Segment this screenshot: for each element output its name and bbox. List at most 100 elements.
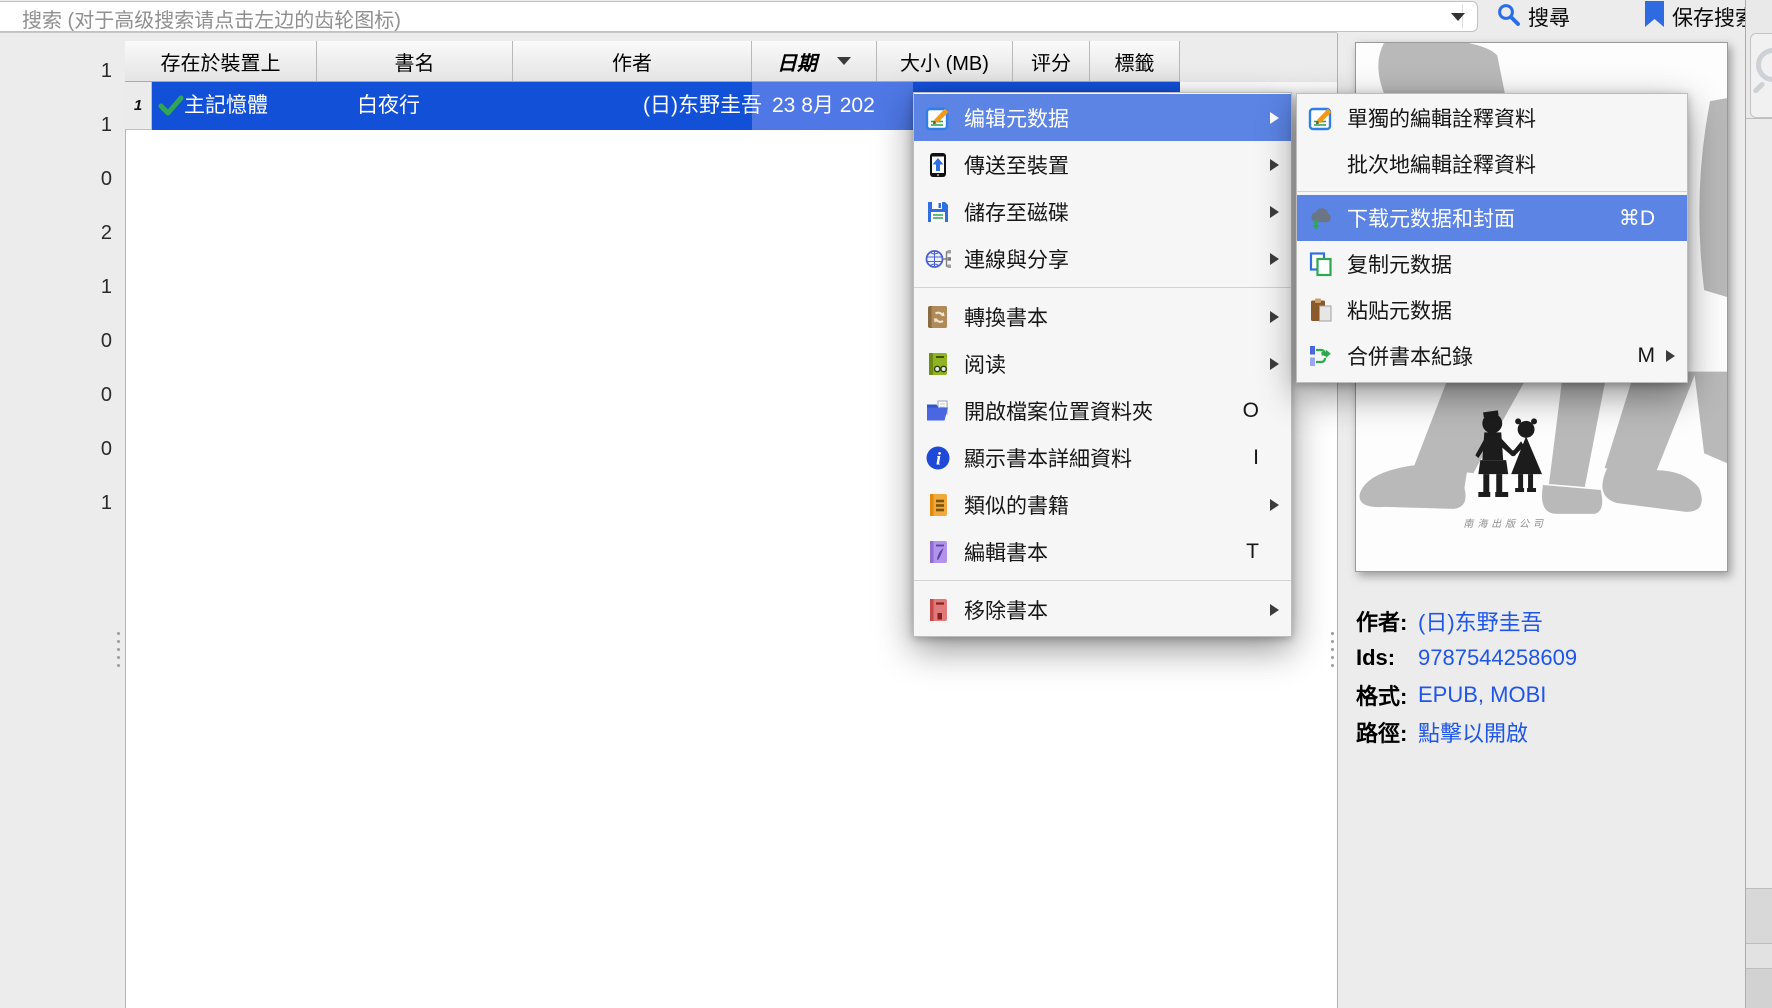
search-dropdown-icon[interactable] xyxy=(1451,13,1465,21)
connect-share-icon xyxy=(924,245,951,272)
column-header-on-device[interactable]: 存在於裝置上 xyxy=(125,41,317,82)
left-splitter-handle[interactable] xyxy=(117,632,121,667)
menu-item-edit-metadata-individually[interactable]: 單獨的編輯詮釋資料 xyxy=(1297,95,1687,141)
tag-count: 0 xyxy=(0,435,112,463)
tag-count: 0 xyxy=(0,327,112,355)
tag-count: 0 xyxy=(0,381,112,409)
path-link[interactable]: 點擊以開啟 xyxy=(1418,716,1528,748)
column-header-author[interactable]: 作者 xyxy=(513,41,752,82)
author-link[interactable]: (日)东野圭吾 xyxy=(1418,605,1543,637)
submenu-arrow-icon xyxy=(1267,252,1281,266)
save-search-button[interactable]: 保存搜索 xyxy=(1644,0,1756,33)
cell-title: 白夜行 xyxy=(357,82,420,130)
save-to-disk-icon xyxy=(924,198,951,225)
menu-item-read[interactable]: 阅读 xyxy=(914,340,1291,387)
header-filler xyxy=(1180,41,1337,82)
column-header-size[interactable]: 大小 (MB) xyxy=(877,41,1013,82)
tag-count: 1 xyxy=(0,489,112,517)
menu-item-send-to-device[interactable]: 傳送至裝置 xyxy=(914,141,1291,188)
send-to-device-icon xyxy=(924,151,951,178)
edit-metadata-icon xyxy=(1307,105,1334,132)
save-search-label: 保存搜索 xyxy=(1672,2,1756,32)
no-arrow xyxy=(1267,451,1281,465)
strip-panel xyxy=(1746,889,1772,943)
strip-panel xyxy=(1746,944,1772,968)
menu-item-book-details[interactable]: i 顯示書本詳細資料 I xyxy=(914,434,1291,481)
detail-path-row: 路徑: 點擊以開啟 xyxy=(1356,713,1577,750)
search-placeholder: 搜索 (对于高级搜索请点击左边的齿轮图标) xyxy=(22,4,401,33)
menu-item-shortcut: I xyxy=(1253,446,1259,470)
menu-item-label: 粘贴元数据 xyxy=(1347,295,1655,325)
strip-panel xyxy=(1746,969,1772,1008)
merge-books-icon xyxy=(1307,343,1334,370)
menu-item-convert-books[interactable]: 轉換書本 xyxy=(914,293,1291,340)
cell-on-device: 主記憶體 xyxy=(184,82,268,130)
column-header-rating[interactable]: 评分 xyxy=(1013,41,1090,82)
svg-text:i: i xyxy=(935,448,940,468)
no-arrow xyxy=(1663,303,1677,317)
search-button[interactable]: 搜尋 xyxy=(1496,0,1570,33)
toolbar-divider xyxy=(0,32,1337,33)
submenu-arrow-icon xyxy=(1267,205,1281,219)
menu-item-open-folder[interactable]: 開啟檔案位置資料夾 O xyxy=(914,387,1291,434)
menu-separator xyxy=(914,282,1291,293)
menu-item-label: 编辑元数据 xyxy=(964,103,1259,133)
search-button-label: 搜尋 xyxy=(1528,2,1570,32)
magnifier-watermark-icon xyxy=(1756,48,1772,82)
column-header-tags[interactable]: 標籤 xyxy=(1090,41,1180,82)
submenu-arrow-icon xyxy=(1267,158,1281,172)
menu-item-connect-share[interactable]: 連線與分享 xyxy=(914,235,1291,282)
formats-links[interactable]: EPUB, MOBI xyxy=(1418,682,1546,708)
path-label: 路徑: xyxy=(1356,716,1414,748)
no-icon xyxy=(1307,151,1334,178)
no-arrow xyxy=(1267,545,1281,559)
menu-item-edit-book[interactable]: 編輯書本 T xyxy=(914,528,1291,575)
menu-item-label: 下载元数据和封面 xyxy=(1347,203,1619,233)
menu-item-label: 編輯書本 xyxy=(964,537,1246,567)
similar-books-icon xyxy=(924,491,951,518)
menu-item-download-metadata[interactable]: 下载元数据和封面 ⌘D xyxy=(1297,195,1687,241)
copy-metadata-icon xyxy=(1307,251,1334,278)
strip-panel xyxy=(1746,119,1772,888)
menu-item-shortcut: ⌘D xyxy=(1619,206,1655,231)
menu-item-shortcut: T xyxy=(1246,540,1259,564)
menu-separator xyxy=(1297,187,1687,195)
author-label: 作者: xyxy=(1356,605,1414,637)
cell-author: (日)东野圭吾 xyxy=(513,82,762,130)
formats-label: 格式: xyxy=(1356,679,1414,711)
submenu-arrow-icon xyxy=(1663,349,1677,363)
submenu-arrow-icon xyxy=(1267,357,1281,371)
right-splitter-handle[interactable] xyxy=(1331,632,1335,667)
tag-count: 0 xyxy=(0,165,112,193)
detail-ids-row: Ids: 9787544258609 xyxy=(1356,639,1577,676)
convert-books-icon xyxy=(924,303,951,330)
tag-count: 1 xyxy=(0,57,112,85)
open-folder-icon xyxy=(924,397,951,424)
submenu-arrow-icon xyxy=(1267,310,1281,324)
strip-search-box xyxy=(1750,33,1772,118)
no-arrow xyxy=(1663,211,1677,225)
column-header-title[interactable]: 書名 xyxy=(317,41,513,82)
menu-item-edit-metadata[interactable]: 编辑元数据 xyxy=(914,94,1291,141)
menu-item-merge-books[interactable]: 合併書本紀錄 M xyxy=(1297,333,1687,379)
menu-item-edit-metadata-bulk[interactable]: 批次地編輯詮釋資料 xyxy=(1297,141,1687,187)
no-arrow xyxy=(1267,404,1281,418)
menu-item-save-to-disk[interactable]: 儲存至磁碟 xyxy=(914,188,1291,235)
menu-item-label: 移除書本 xyxy=(964,595,1259,625)
book-details-icon: i xyxy=(924,444,951,471)
isbn-link[interactable]: 9787544258609 xyxy=(1418,645,1577,671)
sort-descending-icon xyxy=(837,57,851,65)
submenu-arrow-icon xyxy=(1267,498,1281,512)
menu-item-copy-metadata[interactable]: 复制元数据 xyxy=(1297,241,1687,287)
menu-item-label: 單獨的編輯詮釋資料 xyxy=(1347,103,1655,133)
read-icon xyxy=(924,350,951,377)
cover-publisher: 南海出版公司 xyxy=(1463,518,1547,530)
menu-item-label: 傳送至裝置 xyxy=(964,150,1259,180)
menu-item-similar-books[interactable]: 類似的書籍 xyxy=(914,481,1291,528)
on-device-check-icon xyxy=(158,93,184,124)
menu-item-paste-metadata[interactable]: 粘贴元数据 xyxy=(1297,287,1687,333)
no-arrow xyxy=(1663,157,1677,171)
menu-item-remove-books[interactable]: 移除書本 xyxy=(914,586,1291,633)
column-header-date[interactable]: 日期 xyxy=(752,41,877,82)
menu-separator xyxy=(914,575,1291,586)
